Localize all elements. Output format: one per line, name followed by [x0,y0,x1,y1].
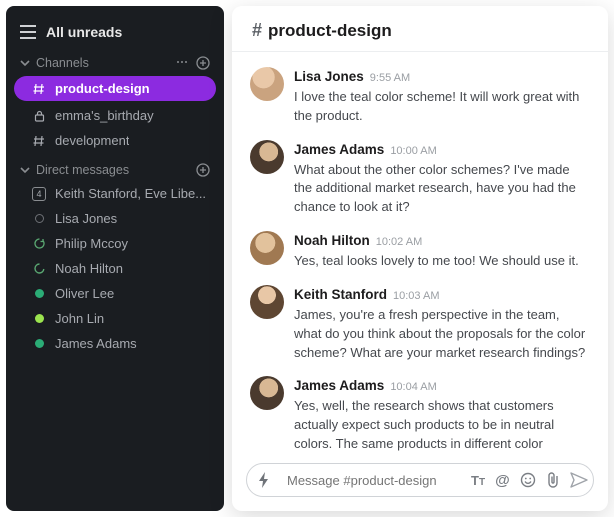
dm-name: Noah Hilton [55,261,123,276]
dm-item[interactable]: Lisa Jones [6,206,224,231]
message: Noah Hilton 10:02 AMYes, teal looks lovel… [250,224,590,278]
dm-item[interactable]: Oliver Lee [6,281,224,306]
mention-icon[interactable]: @ [495,472,510,489]
dm-name: Keith Stanford, Eve Libe... [55,186,206,201]
chevron-down-icon [20,165,30,175]
presence-offline-icon [35,214,44,223]
lightning-icon[interactable] [257,472,271,488]
dm-label: Direct messages [36,163,196,177]
format-icon[interactable]: TT [471,473,485,488]
more-icon[interactable] [176,56,188,70]
avatar[interactable] [250,231,284,265]
avatar[interactable] [250,376,284,410]
message-text: Yes, teal looks lovely to me too! We sho… [294,252,590,271]
dm-item[interactable]: James Adams [6,331,224,356]
dm-name: John Lin [55,311,104,326]
message-time: 10:00 AM [390,144,436,160]
message-time: 9:55 AM [370,71,410,87]
message-author[interactable]: Keith Stanford [294,285,387,305]
avatar[interactable] [250,67,284,101]
message-list: Lisa Jones 9:55 AMI love the teal color s… [232,52,608,457]
add-dm-icon[interactable] [196,163,210,177]
emoji-icon[interactable] [520,472,536,488]
dm-item[interactable]: 4 Keith Stanford, Eve Libe... [6,181,224,206]
message: James Adams 10:00 AMWhat about the other … [250,133,590,224]
lock-icon [32,110,46,122]
presence-dnd-icon [34,263,45,274]
channel-header: # product-design [232,6,608,52]
message-text: I love the teal color scheme! It will wo… [294,88,590,126]
add-channel-icon[interactable] [196,56,210,70]
attach-icon[interactable] [546,472,560,488]
channel-name: development [55,133,129,148]
message-text: Yes, well, the research shows that custo… [294,397,590,457]
channel-item[interactable]: emma's_birthday [6,103,224,128]
hash-icon [32,135,46,147]
channel-name: product-design [268,21,392,41]
dm-name: Lisa Jones [55,211,117,226]
dm-section-header[interactable]: Direct messages [6,159,224,181]
channel-item[interactable]: development [6,128,224,153]
message-author[interactable]: James Adams [294,376,384,396]
presence-active-icon [35,289,44,298]
channel-name: emma's_birthday [55,108,154,123]
dm-name: James Adams [55,336,137,351]
message: James Adams 10:04 AMYes, well, the resear… [250,369,590,457]
message: Lisa Jones 9:55 AMI love the teal color s… [250,60,590,133]
main-panel: # product-design Lisa Jones 9:55 AMI love… [232,6,608,511]
hash-icon [32,83,46,95]
presence-active-icon [35,339,44,348]
dm-item[interactable]: Philip Mccoy [6,231,224,256]
dm-item[interactable]: Noah Hilton [6,256,224,281]
sidebar: All unreads Channels product-design emma'… [6,6,224,511]
message-author[interactable]: James Adams [294,140,384,160]
message-input[interactable] [287,473,463,488]
avatar[interactable] [250,285,284,319]
hash-icon: # [252,20,262,41]
dm-item[interactable]: John Lin [6,306,224,331]
presence-active-icon [35,314,44,323]
send-icon[interactable] [570,472,588,488]
presence-away-icon [34,238,45,249]
dm-name: Oliver Lee [55,286,114,301]
chevron-down-icon [20,58,30,68]
message-author[interactable]: Noah Hilton [294,231,370,251]
all-unreads-label: All unreads [46,24,122,40]
message-composer: TT @ [246,463,594,497]
channel-item[interactable]: product-design [14,76,216,101]
all-unreads-header[interactable]: All unreads [6,18,224,52]
group-badge-icon: 4 [32,187,46,201]
dm-name: Philip Mccoy [55,236,128,251]
message-text: What about the other color schemes? I've… [294,161,590,218]
message: Keith Stanford 10:03 AMJames, you're a fr… [250,278,590,369]
channels-label: Channels [36,56,176,70]
message-text: James, you're a fresh perspective in the… [294,306,590,363]
message-time: 10:03 AM [393,289,439,305]
message-time: 10:04 AM [390,380,436,396]
list-icon [20,25,36,39]
message-author[interactable]: Lisa Jones [294,67,364,87]
channels-section-header[interactable]: Channels [6,52,224,74]
channel-name: product-design [55,81,150,96]
message-time: 10:02 AM [376,235,422,251]
avatar[interactable] [250,140,284,174]
